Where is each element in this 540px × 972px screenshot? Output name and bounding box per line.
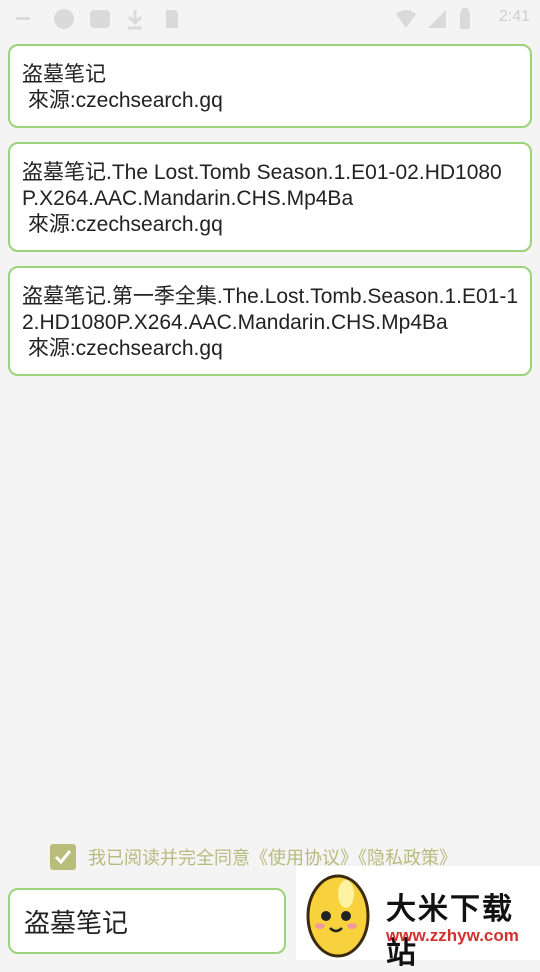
result-source: 來源:czechsearch.gq [22, 337, 223, 360]
signal-icon [428, 10, 446, 28]
status-bar: 2:41 [0, 0, 540, 36]
wifi-icon [396, 10, 416, 28]
result-title: 盗墓笔记.The Lost.Tomb Season.1.E01-02.HD108… [22, 161, 502, 210]
check-icon [54, 850, 72, 865]
sd-card-icon [166, 10, 178, 28]
watermark-banner: 大米下载站 www.zzhyw.com [296, 866, 540, 971]
search-results-list: 盗墓笔记 來源:czechsearch.gq 盗墓笔记.The Lost.Tom… [8, 44, 532, 390]
minus-icon [16, 17, 30, 20]
watermark-url-text: www.zzhyw.com [386, 926, 519, 945]
result-source: 來源:czechsearch.gq [22, 89, 223, 112]
agreement-checkbox[interactable] [50, 844, 76, 870]
search-input[interactable]: 盗墓笔记 [8, 888, 286, 954]
download-icon [127, 10, 143, 30]
status-time: 2:41 [498, 8, 530, 25]
rice-mascot-logo [306, 874, 370, 958]
result-card[interactable]: 盗墓笔记 來源:czechsearch.gq [8, 44, 532, 128]
notification-icon [54, 9, 74, 29]
result-title: 盗墓笔记.第一季全集.The.Lost.Tomb.Season.1.E01-12… [22, 285, 519, 334]
result-source: 來源:czechsearch.gq [22, 213, 223, 236]
battery-icon [460, 8, 470, 29]
app-icon [90, 10, 110, 28]
result-card[interactable]: 盗墓笔记.The Lost.Tomb Season.1.E01-02.HD108… [8, 142, 532, 252]
result-title: 盗墓笔记 [22, 63, 106, 86]
watermark-url: www.zzhyw.com [386, 926, 519, 946]
result-card[interactable]: 盗墓笔记.第一季全集.The.Lost.Tomb.Season.1.E01-12… [8, 266, 532, 376]
